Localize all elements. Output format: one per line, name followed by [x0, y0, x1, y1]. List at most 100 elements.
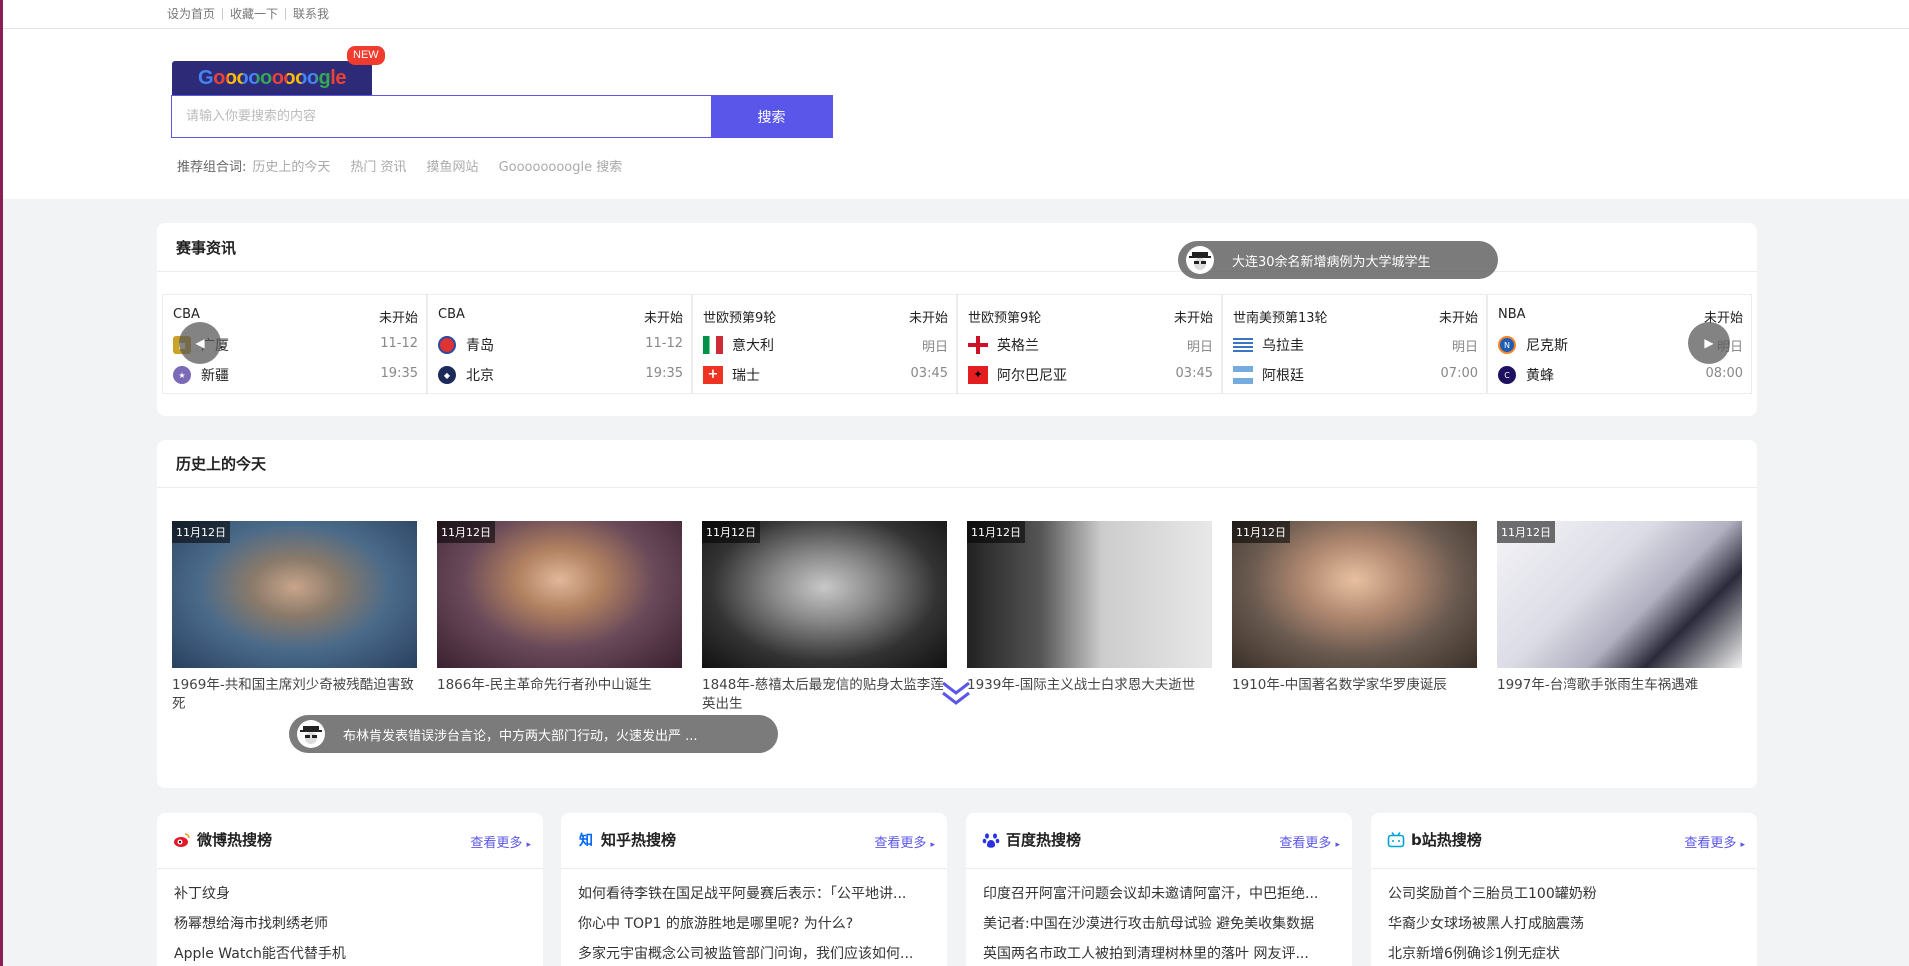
- view-more-link[interactable]: 查看更多 ▸: [874, 832, 935, 851]
- hot-list-item[interactable]: 如何看待李铁在国足战平阿曼赛后表示：「公平地讲...: [578, 879, 928, 909]
- match-list: CBA 未开始 ■ 广厦 11-12 ★ 新疆 19:35 CBA 未开始 青岛…: [162, 294, 1752, 394]
- hot-list: 补丁纹身 杨幂想给海市找刺绣老师 Apple Watch能否代替手机: [174, 879, 524, 966]
- hot-card-title: 微博热搜榜: [197, 831, 273, 849]
- albania-flag-icon: ✦: [968, 366, 988, 384]
- hot-card-title: 百度热搜榜: [1006, 831, 1082, 849]
- match-item[interactable]: 世欧预第9轮 未开始 英格兰 明日 ✦ 阿尔巴尼亚 03:45: [957, 294, 1222, 394]
- team-name: 英格兰: [997, 338, 1039, 354]
- hot-list: 如何看待李铁在国足战平阿曼赛后表示：「公平地讲... 你心中 TOP1 的旅游胜…: [578, 879, 928, 966]
- carousel-next-button[interactable]: ▶: [1688, 322, 1730, 364]
- qingdao-logo-icon: [438, 336, 456, 354]
- team-name: 意大利: [732, 338, 774, 354]
- search-box: 搜索: [171, 95, 833, 138]
- match-date: 明日: [1186, 340, 1213, 355]
- hot-list-item[interactable]: 美记者:中国在沙漠进行攻击航母试验 避免美收集数据: [983, 909, 1333, 939]
- avatar-icon: [1186, 246, 1214, 274]
- reco-link-news[interactable]: 热门 资讯: [350, 156, 406, 175]
- match-time: 03:45: [910, 366, 948, 381]
- toast-text: 大连30余名新增病例为大学城学生: [1232, 254, 1431, 270]
- uruguay-flag-icon: [1233, 336, 1253, 354]
- team-name: 乌拉圭: [1262, 338, 1304, 354]
- match-item[interactable]: CBA 未开始 青岛 11-12 ◆ 北京 19:35: [427, 294, 692, 394]
- history-photo: 11月12日: [702, 521, 947, 668]
- news-toast[interactable]: 布林肯发表错误涉台言论，中方两大部门行动，火速发出严 ...: [289, 715, 778, 753]
- toast-text: 布林肯发表错误涉台言论，中方两大部门行动，火速发出严 ...: [343, 728, 698, 744]
- away-team: ◆ 北京: [438, 365, 494, 385]
- hot-list-item[interactable]: 北京新增6例确诊1例无症状: [1388, 939, 1738, 966]
- search-input[interactable]: [172, 96, 711, 137]
- match-item[interactable]: 世欧预第9轮 未开始 意大利 明日 + 瑞士 03:45: [692, 294, 957, 394]
- hot-card-title: 知乎热搜榜: [601, 831, 677, 849]
- match-league: CBA: [173, 307, 200, 322]
- history-photo: 11月12日: [437, 521, 682, 668]
- google-logo: Gooooooooogle: [198, 66, 346, 89]
- bookmark-link[interactable]: 收藏一下: [223, 5, 285, 22]
- history-caption: 1997年-台湾歌手张雨生车祸遇难: [1497, 677, 1699, 693]
- zhihu-hot-card: 知 知乎热搜榜 查看更多 ▸ 如何看待李铁在国足战平阿曼赛后表示：「公平地讲..…: [561, 813, 947, 966]
- view-more-link[interactable]: 查看更多 ▸: [1279, 832, 1340, 851]
- home-team: 乌拉圭: [1233, 335, 1304, 355]
- hot-list-item[interactable]: Apple Watch能否代替手机: [174, 939, 524, 966]
- beijing-logo-icon: ◆: [438, 366, 456, 384]
- reco-link-slacking[interactable]: 摸鱼网站: [427, 156, 479, 175]
- reco-link-google[interactable]: Goooooooogle 搜索: [499, 156, 623, 175]
- match-date: 明日: [1451, 340, 1478, 355]
- team-name: 瑞士: [732, 368, 760, 384]
- chevron-right-icon: ▸: [526, 840, 531, 850]
- hot-list-item[interactable]: 华裔少女球场被黑人打成脑震荡: [1388, 909, 1738, 939]
- team-name: 黄蜂: [1526, 368, 1554, 384]
- hot-card-title: b站热搜榜: [1411, 831, 1482, 849]
- away-team: ✦ 阿尔巴尼亚: [968, 365, 1067, 385]
- hot-card-header: 微博热搜榜: [173, 829, 272, 850]
- hot-list-item[interactable]: 杨幂想给海市找刺绣老师: [174, 909, 524, 939]
- view-more-link[interactable]: 查看更多 ▸: [470, 832, 531, 851]
- history-item[interactable]: 11月12日 1969年-共和国主席刘少奇被残酷迫害致死: [172, 521, 417, 714]
- divider: [157, 868, 543, 869]
- chevron-double-down-icon[interactable]: [939, 675, 973, 709]
- hot-card-header: b站热搜榜: [1387, 829, 1482, 850]
- match-status: 未开始: [1173, 311, 1213, 326]
- search-button[interactable]: 搜索: [711, 96, 832, 137]
- divider: [966, 868, 1352, 869]
- home-team: 英格兰: [968, 335, 1039, 355]
- hot-list-item[interactable]: 多家元宇宙概念公司被监管部门问询，我们应该如何...: [578, 939, 928, 966]
- search-engine-tab[interactable]: Gooooooooogle: [172, 61, 372, 95]
- card-title: 历史上的今天: [176, 455, 267, 473]
- team-name: 北京: [466, 368, 494, 384]
- history-date: 11月12日: [172, 521, 230, 543]
- history-item[interactable]: 11月12日 1848年-慈禧太后最宠信的贴身太监李莲英出生: [702, 521, 947, 714]
- team-name: 青岛: [466, 338, 494, 354]
- news-toast[interactable]: 大连30余名新增病例为大学城学生: [1178, 241, 1498, 279]
- hot-list-item[interactable]: 补丁纹身: [174, 879, 524, 909]
- hot-list-item[interactable]: 印度召开阿富汗问题会议却未邀请阿富汗，中巴拒绝...: [983, 879, 1333, 909]
- argentina-flag-icon: [1233, 366, 1253, 384]
- set-homepage-link[interactable]: 设为首页: [167, 5, 222, 22]
- history-item[interactable]: 11月12日 1910年-中国著名数学家华罗庚诞辰: [1232, 521, 1477, 714]
- carousel-prev-button[interactable]: ◀: [179, 322, 221, 364]
- hot-list-item[interactable]: 英国两名市政工人被拍到清理树林里的落叶 网友评...: [983, 939, 1333, 966]
- reco-link-history[interactable]: 历史上的今天: [252, 156, 330, 175]
- history-date: 11月12日: [702, 521, 760, 543]
- history-item[interactable]: 11月12日 1866年-民主革命先行者孙中山诞生: [437, 521, 682, 714]
- match-item[interactable]: 世南美预第13轮 未开始 乌拉圭 明日 阿根廷 07:00: [1222, 294, 1487, 394]
- history-date: 11月12日: [1497, 521, 1555, 543]
- weibo-icon: [173, 831, 191, 849]
- contact-link[interactable]: 联系我: [286, 5, 336, 22]
- history-date: 11月12日: [1232, 521, 1290, 543]
- view-more-link[interactable]: 查看更多 ▸: [1684, 832, 1745, 851]
- history-date: 11月12日: [967, 521, 1025, 543]
- history-caption: 1848年-慈禧太后最宠信的贴身太监李莲英出生: [702, 677, 944, 712]
- view-more-label: 查看更多: [1684, 836, 1737, 851]
- history-photo: 11月12日: [1497, 521, 1742, 668]
- match-league: CBA: [438, 307, 465, 322]
- divider: [157, 271, 1757, 272]
- team-name: 新疆: [201, 368, 229, 384]
- baidu-hot-card: 百度热搜榜 查看更多 ▸ 印度召开阿富汗问题会议却未邀请阿富汗，中巴拒绝... …: [966, 813, 1352, 966]
- away-team: + 瑞士: [703, 365, 760, 385]
- history-item[interactable]: 11月12日 1939年-国际主义战士白求恩大夫逝世: [967, 521, 1212, 714]
- history-item[interactable]: 11月12日 1997年-台湾歌手张雨生车祸遇难: [1497, 521, 1742, 714]
- hot-list-item[interactable]: 公司奖励首个三胎员工100罐奶粉: [1388, 879, 1738, 909]
- chevron-right-icon: ▸: [1335, 840, 1340, 850]
- history-date: 11月12日: [437, 521, 495, 543]
- hot-list-item[interactable]: 你心中 TOP1 的旅游胜地是哪里呢? 为什么?: [578, 909, 928, 939]
